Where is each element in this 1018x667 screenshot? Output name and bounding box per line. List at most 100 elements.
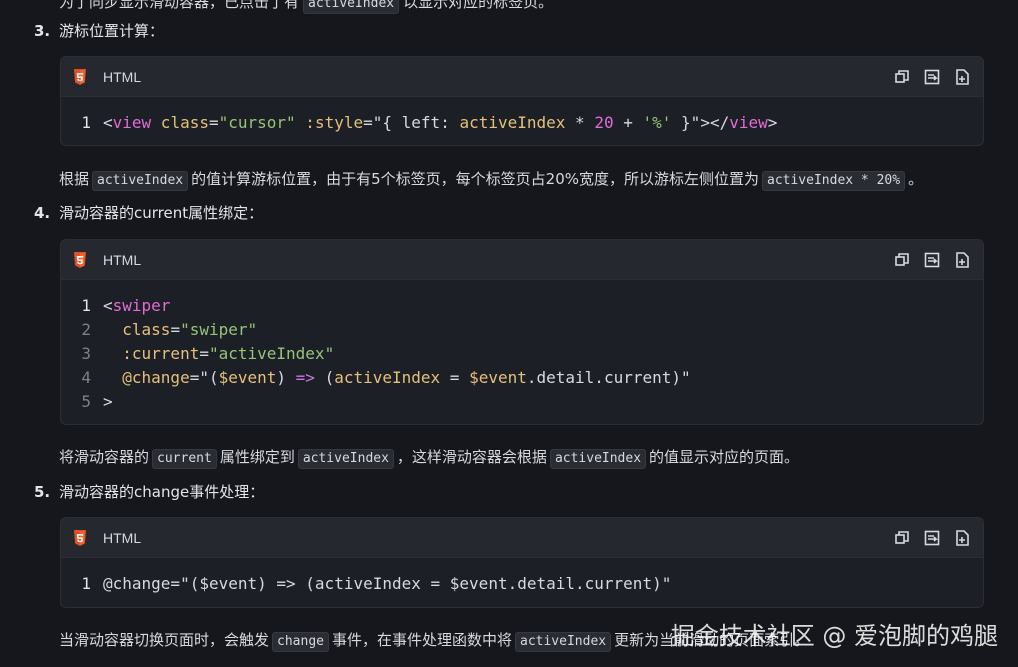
code-language: HTML [103,251,142,268]
code-body[interactable]: 1 < swiper 2 class = "swiper" 3 :current = "ac… [61,280,983,424]
code-language: HTML [103,68,142,85]
code-header: HTML [61,518,983,558]
code-body[interactable]: 1 @change="($event) => (activeIndex = $ev… [61,558,983,607]
inline-code: activeIndex * 20% [762,171,906,191]
line-number: 1 [81,113,91,132]
inline-code: activeIndex [515,632,612,652]
step-3-heading: 3. 游标位置计算： [34,20,164,41]
inline-code: current [152,449,217,469]
insert-icon[interactable] [953,68,971,86]
code-token: = [208,113,219,132]
code-block-swiper: HTML 1 < swiper 2 class = "swiper" 3 :curren… [60,239,984,425]
code-token: = [440,368,470,387]
list-number: 5. [34,483,51,501]
html5-icon [74,68,86,85]
previous-paragraph: 为了同步显示滑动容器，已点击了有 activeIndex 以显示对应的标签页。 [59,0,553,14]
copy-icon[interactable] [893,251,911,269]
wrap-icon[interactable] [923,68,941,86]
paragraph-text: 以显示对应的标签页。 [403,0,554,11]
insert-icon[interactable] [953,251,971,269]
code-token: => [295,368,315,387]
line-number: 5 [81,392,91,411]
code-line: 5 > [61,390,983,414]
code-line: 2 class = "swiper" [61,318,983,342]
list-number: 4. [34,204,51,222]
code-token: '%' [642,113,672,132]
code-token: * [565,113,595,132]
article-page: 为了同步显示滑动容器，已点击了有 activeIndex 以显示对应的标签页。 3.… [0,0,1018,667]
line-number: 1 [81,574,91,593]
code-token: ) [276,368,296,387]
paragraph-text: 的值计算游标位置，由于有5个标签页，每个标签页占20%宽度，所以游标左侧位置为 [191,170,759,188]
code-token: $event [469,368,527,387]
code-line: 1 < swiper [61,294,983,318]
line-number: 4 [81,368,91,387]
code-body[interactable]: 1 < view class = "cursor" :style = "{ left: ac… [61,97,983,145]
code-token: )" [671,368,691,387]
step-title: 游标位置计算： [59,22,165,40]
code-token: ( [314,368,335,387]
code-token: < [103,296,113,315]
code-line: 4 @change = "($event) => (activeIndex = $e… [61,366,983,390]
code-token: activeIndex [334,368,441,387]
html5-icon [74,251,86,268]
code-token: swiper [112,296,171,315]
code-token: "( [199,368,219,387]
paragraph-current-explain: 将滑动容器的 current 属性绑定到 activeIndex ，这样滑动容器会根据 a… [59,446,799,469]
code-token: = [170,320,181,339]
code-token: "{ [372,113,402,132]
wrap-icon[interactable] [923,529,941,547]
code-token: : [440,113,460,132]
code-token: = [189,368,200,387]
code-token: class [103,320,171,339]
code-token: activeIndex [459,113,566,132]
code-token: > [103,392,113,411]
code-token: "swiper" [180,320,258,339]
code-token: + [613,113,643,132]
inline-code: activeIndex [303,0,400,14]
code-block-cursor: HTML 1 < view class = "cursor" :style = "{ lef… [60,56,984,146]
paragraph-text: 当滑动容器切换页面时，会触发 [59,631,270,649]
code-token: :current [103,344,200,363]
code-token: "cursor" [218,113,296,132]
code-token: }" [671,113,701,132]
copy-icon[interactable] [893,68,911,86]
code-line: 1 @change="($event) => (activeIndex = $ev… [61,572,983,596]
inline-code: activeIndex [92,171,189,191]
code-token: class [151,113,209,132]
paragraph-text: 的值显示对应的页面。 [649,448,800,466]
code-token: .detail.current [526,368,672,387]
code-token: $event [218,368,277,387]
code-token: view [729,113,768,132]
insert-icon[interactable] [953,529,971,547]
line-number: 2 [81,320,91,339]
paragraph-text: ，这样滑动容器会根据 [396,448,547,466]
code-line: 1 < view class = "cursor" :style = "{ left: ac… [61,111,983,135]
wrap-icon[interactable] [923,251,941,269]
step-title: 滑动容器的change事件处理： [59,483,265,501]
html5-icon [74,529,86,546]
copy-icon[interactable] [893,529,911,547]
code-token: > [767,113,778,132]
code-token: @change [103,368,190,387]
code-token: < [103,113,113,132]
code-token: ></ [700,113,730,132]
site-watermark: 掘金技术社区 @ 爱泡脚的鸡腿 [670,622,998,650]
paragraph-text: 事件，在事件处理函数中将 [331,631,512,649]
code-token: = [363,113,373,132]
step-title: 滑动容器的current属性绑定： [59,204,264,222]
line-number: 1 [81,296,91,315]
code-token: view [112,113,152,132]
paragraph-text: 根据 [59,170,90,188]
code-language: HTML [103,529,142,546]
code-token: 20 [594,113,614,132]
code-header: HTML [61,240,983,280]
code-token: :style [295,113,364,132]
line-number: 3 [81,344,91,363]
code-header: HTML [61,57,983,97]
step-4-heading: 4. 滑动容器的current属性绑定： [34,202,263,223]
code-line: 3 :current = "activeIndex" [61,342,983,366]
code-block-change: HTML 1 @change="($event) => (activeIndex … [60,517,984,608]
paragraph-text: 将滑动容器的 [59,448,150,466]
paragraph-cursor-explain: 根据 activeIndex 的值计算游标位置，由于有5个标签页，每个标签页占20%… [59,168,923,191]
